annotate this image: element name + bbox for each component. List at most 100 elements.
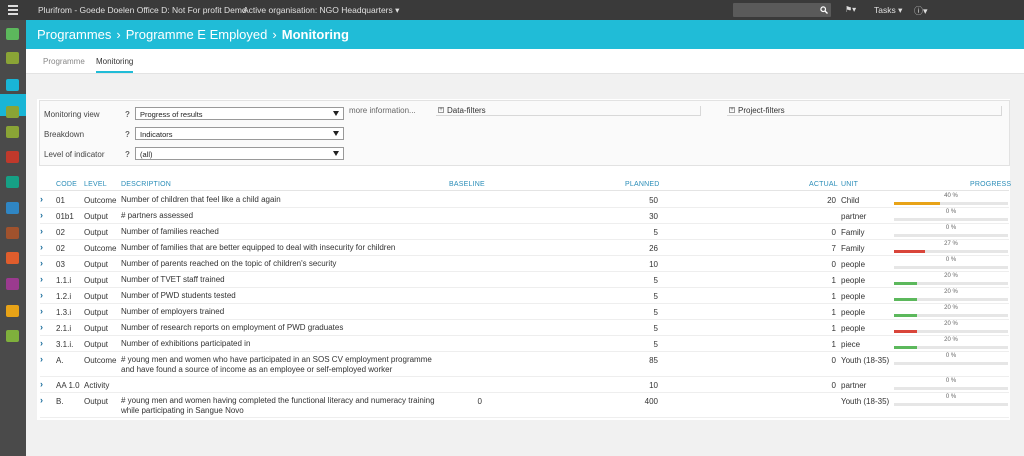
chevron-right-icon[interactable]: › <box>40 322 43 332</box>
table-row[interactable]: › 3.1.i. Output Number of exhibitions parti… <box>40 336 1009 352</box>
progress-label: 20 % <box>944 337 958 343</box>
cell-description: Number of families that are better equip… <box>121 243 396 252</box>
breakdown-help-icon[interactable]: ? <box>125 130 130 139</box>
cell-unit: people <box>841 260 866 269</box>
data-filters-toggle[interactable]: + Data-filters <box>436 106 701 116</box>
breakdown-select[interactable]: Indicators <box>135 127 344 140</box>
progress-bar <box>894 202 1008 205</box>
chevron-right-icon[interactable]: › <box>40 354 43 364</box>
column-header-actual[interactable]: ACTUAL <box>809 181 838 188</box>
table-row[interactable]: › 02 Output Number of families reached 5 0 Fam… <box>40 224 1009 240</box>
tab-programme[interactable]: Programme <box>43 57 85 66</box>
progress-bar-fill <box>894 250 925 253</box>
flag-icon[interactable]: ⚑▾ <box>845 5 856 14</box>
cell-description: Number of families reached <box>121 227 219 236</box>
truck-icon[interactable] <box>6 176 19 188</box>
notes-icon[interactable] <box>6 305 19 317</box>
tab-monitoring[interactable]: Monitoring <box>96 57 134 73</box>
breadcrumb: Programmes › Programme E Employed › Monitori… <box>37 27 349 42</box>
cell-code: A. <box>56 356 64 365</box>
active-organisation-label: Active organisation: NGO Headquarters <box>243 5 393 15</box>
sheet-icon[interactable] <box>6 106 19 118</box>
chevron-right-icon[interactable]: › <box>40 226 43 236</box>
table-row[interactable]: › 03 Output Number of parents reached on th… <box>40 256 1009 272</box>
column-header-baseline[interactable]: BASELINE <box>449 181 485 188</box>
chevron-right-icon[interactable]: › <box>40 338 43 348</box>
cell-description: Number of research reports on employment… <box>121 323 344 332</box>
progress-label: 20 % <box>944 305 958 311</box>
pie-icon[interactable] <box>6 278 19 290</box>
chevron-right-icon[interactable]: › <box>40 242 43 252</box>
active-organisation-dropdown[interactable]: Active organisation: NGO Headquarters ▾ <box>243 5 399 16</box>
table-row[interactable]: › AA 1.0 Activity 10 0 partner 0 % <box>40 377 1009 393</box>
cell-unit: piece <box>841 340 861 349</box>
column-header-planned[interactable]: PLANNED <box>625 181 659 188</box>
column-header-description[interactable]: DESCRIPTION <box>121 181 171 188</box>
chevron-right-icon[interactable]: › <box>40 306 43 316</box>
column-header-code[interactable]: CODE <box>56 181 77 188</box>
table-row[interactable]: › B. Output # young men and women having co… <box>40 393 1009 418</box>
chevron-right-icon[interactable]: › <box>40 290 43 300</box>
sidebar <box>0 20 26 456</box>
chart-icon[interactable] <box>6 252 19 264</box>
table-row[interactable]: › 1.3.i Output Number of employers trained 5… <box>40 304 1009 320</box>
expand-plus-icon: + <box>729 106 735 113</box>
chevron-right-icon[interactable]: › <box>40 194 43 204</box>
box-icon[interactable] <box>6 52 19 64</box>
cell-actual: 1 <box>831 308 836 317</box>
cell-code: 01 <box>56 196 65 205</box>
search-input[interactable] <box>733 3 831 17</box>
table-row[interactable]: › 1.1.i Output Number of TVET staff trained… <box>40 272 1009 288</box>
chevron-right-icon[interactable]: › <box>40 274 43 284</box>
car-icon[interactable] <box>6 151 19 163</box>
calculator-icon[interactable] <box>6 126 19 138</box>
progress-bar-fill <box>894 314 917 317</box>
level-help-icon[interactable]: ? <box>125 150 130 159</box>
chevron-right-icon[interactable]: › <box>40 258 43 268</box>
project-filters-toggle[interactable]: + Project-filters <box>727 106 1002 116</box>
document-icon[interactable] <box>6 202 19 214</box>
tasks-menu[interactable]: Tasks ▾ <box>874 5 902 16</box>
breakdown-label: Breakdown <box>44 130 85 139</box>
chevron-right-icon[interactable]: › <box>40 379 43 389</box>
cell-actual: 1 <box>831 340 836 349</box>
cell-level: Output <box>84 228 109 237</box>
more-information-link[interactable]: more information... <box>349 106 416 115</box>
progress-label: 40 % <box>944 193 958 199</box>
progress-label: 0 % <box>945 353 957 359</box>
chevron-right-icon[interactable]: › <box>40 395 43 405</box>
table-row[interactable]: › 02 Outcome Number of families that are be… <box>40 240 1009 256</box>
breadcrumb-programmes[interactable]: Programmes <box>37 27 111 42</box>
user-icon[interactable] <box>6 330 19 342</box>
progress-label: 0 % <box>945 225 957 231</box>
progress-bar <box>894 282 1008 285</box>
home-icon[interactable] <box>6 28 19 40</box>
table-row[interactable]: › 01b1 Output # partners assessed 30 partner 0… <box>40 208 1009 224</box>
progress-bar-fill <box>894 298 917 301</box>
cell-description: Number of exhibitions participated in <box>121 339 251 348</box>
table-row[interactable]: › 2.1.i Output Number of research reports o… <box>40 320 1009 336</box>
monitoring-view-help-icon[interactable]: ? <box>125 110 130 119</box>
tasks-label: Tasks <box>874 5 896 15</box>
table-row[interactable]: › A. Outcome # young men and women who have… <box>40 352 1009 377</box>
hamburger-menu-icon[interactable] <box>8 5 18 15</box>
cell-unit: Youth (18-35) <box>841 397 890 406</box>
column-header-progress[interactable]: PROGRESS <box>970 181 1011 188</box>
cell-planned: 5 <box>653 340 658 349</box>
info-icon[interactable]: ⓘ▾ <box>914 4 928 17</box>
level-of-indicator-select[interactable]: (all) <box>135 147 344 160</box>
column-header-unit[interactable]: UNIT <box>841 181 858 188</box>
cell-planned: 5 <box>653 228 658 237</box>
monitoring-view-select[interactable]: Progress of results <box>135 107 344 120</box>
chevron-right-icon[interactable]: › <box>40 210 43 220</box>
cell-actual: 0 <box>831 228 836 237</box>
table-row[interactable]: › 1.2.i Output Number of PWD students teste… <box>40 288 1009 304</box>
progress-label: 27 % <box>944 241 958 247</box>
printer-icon[interactable] <box>6 227 19 239</box>
table-row[interactable]: › 01 Outcome Number of children that feel l… <box>40 192 1009 208</box>
column-header-level[interactable]: LEVEL <box>84 181 107 188</box>
breadcrumb-programme[interactable]: Programme E Employed <box>126 27 268 42</box>
cell-code: AA 1.0 <box>56 381 80 390</box>
search-icon[interactable] <box>820 6 828 14</box>
folder-icon[interactable] <box>6 79 19 91</box>
